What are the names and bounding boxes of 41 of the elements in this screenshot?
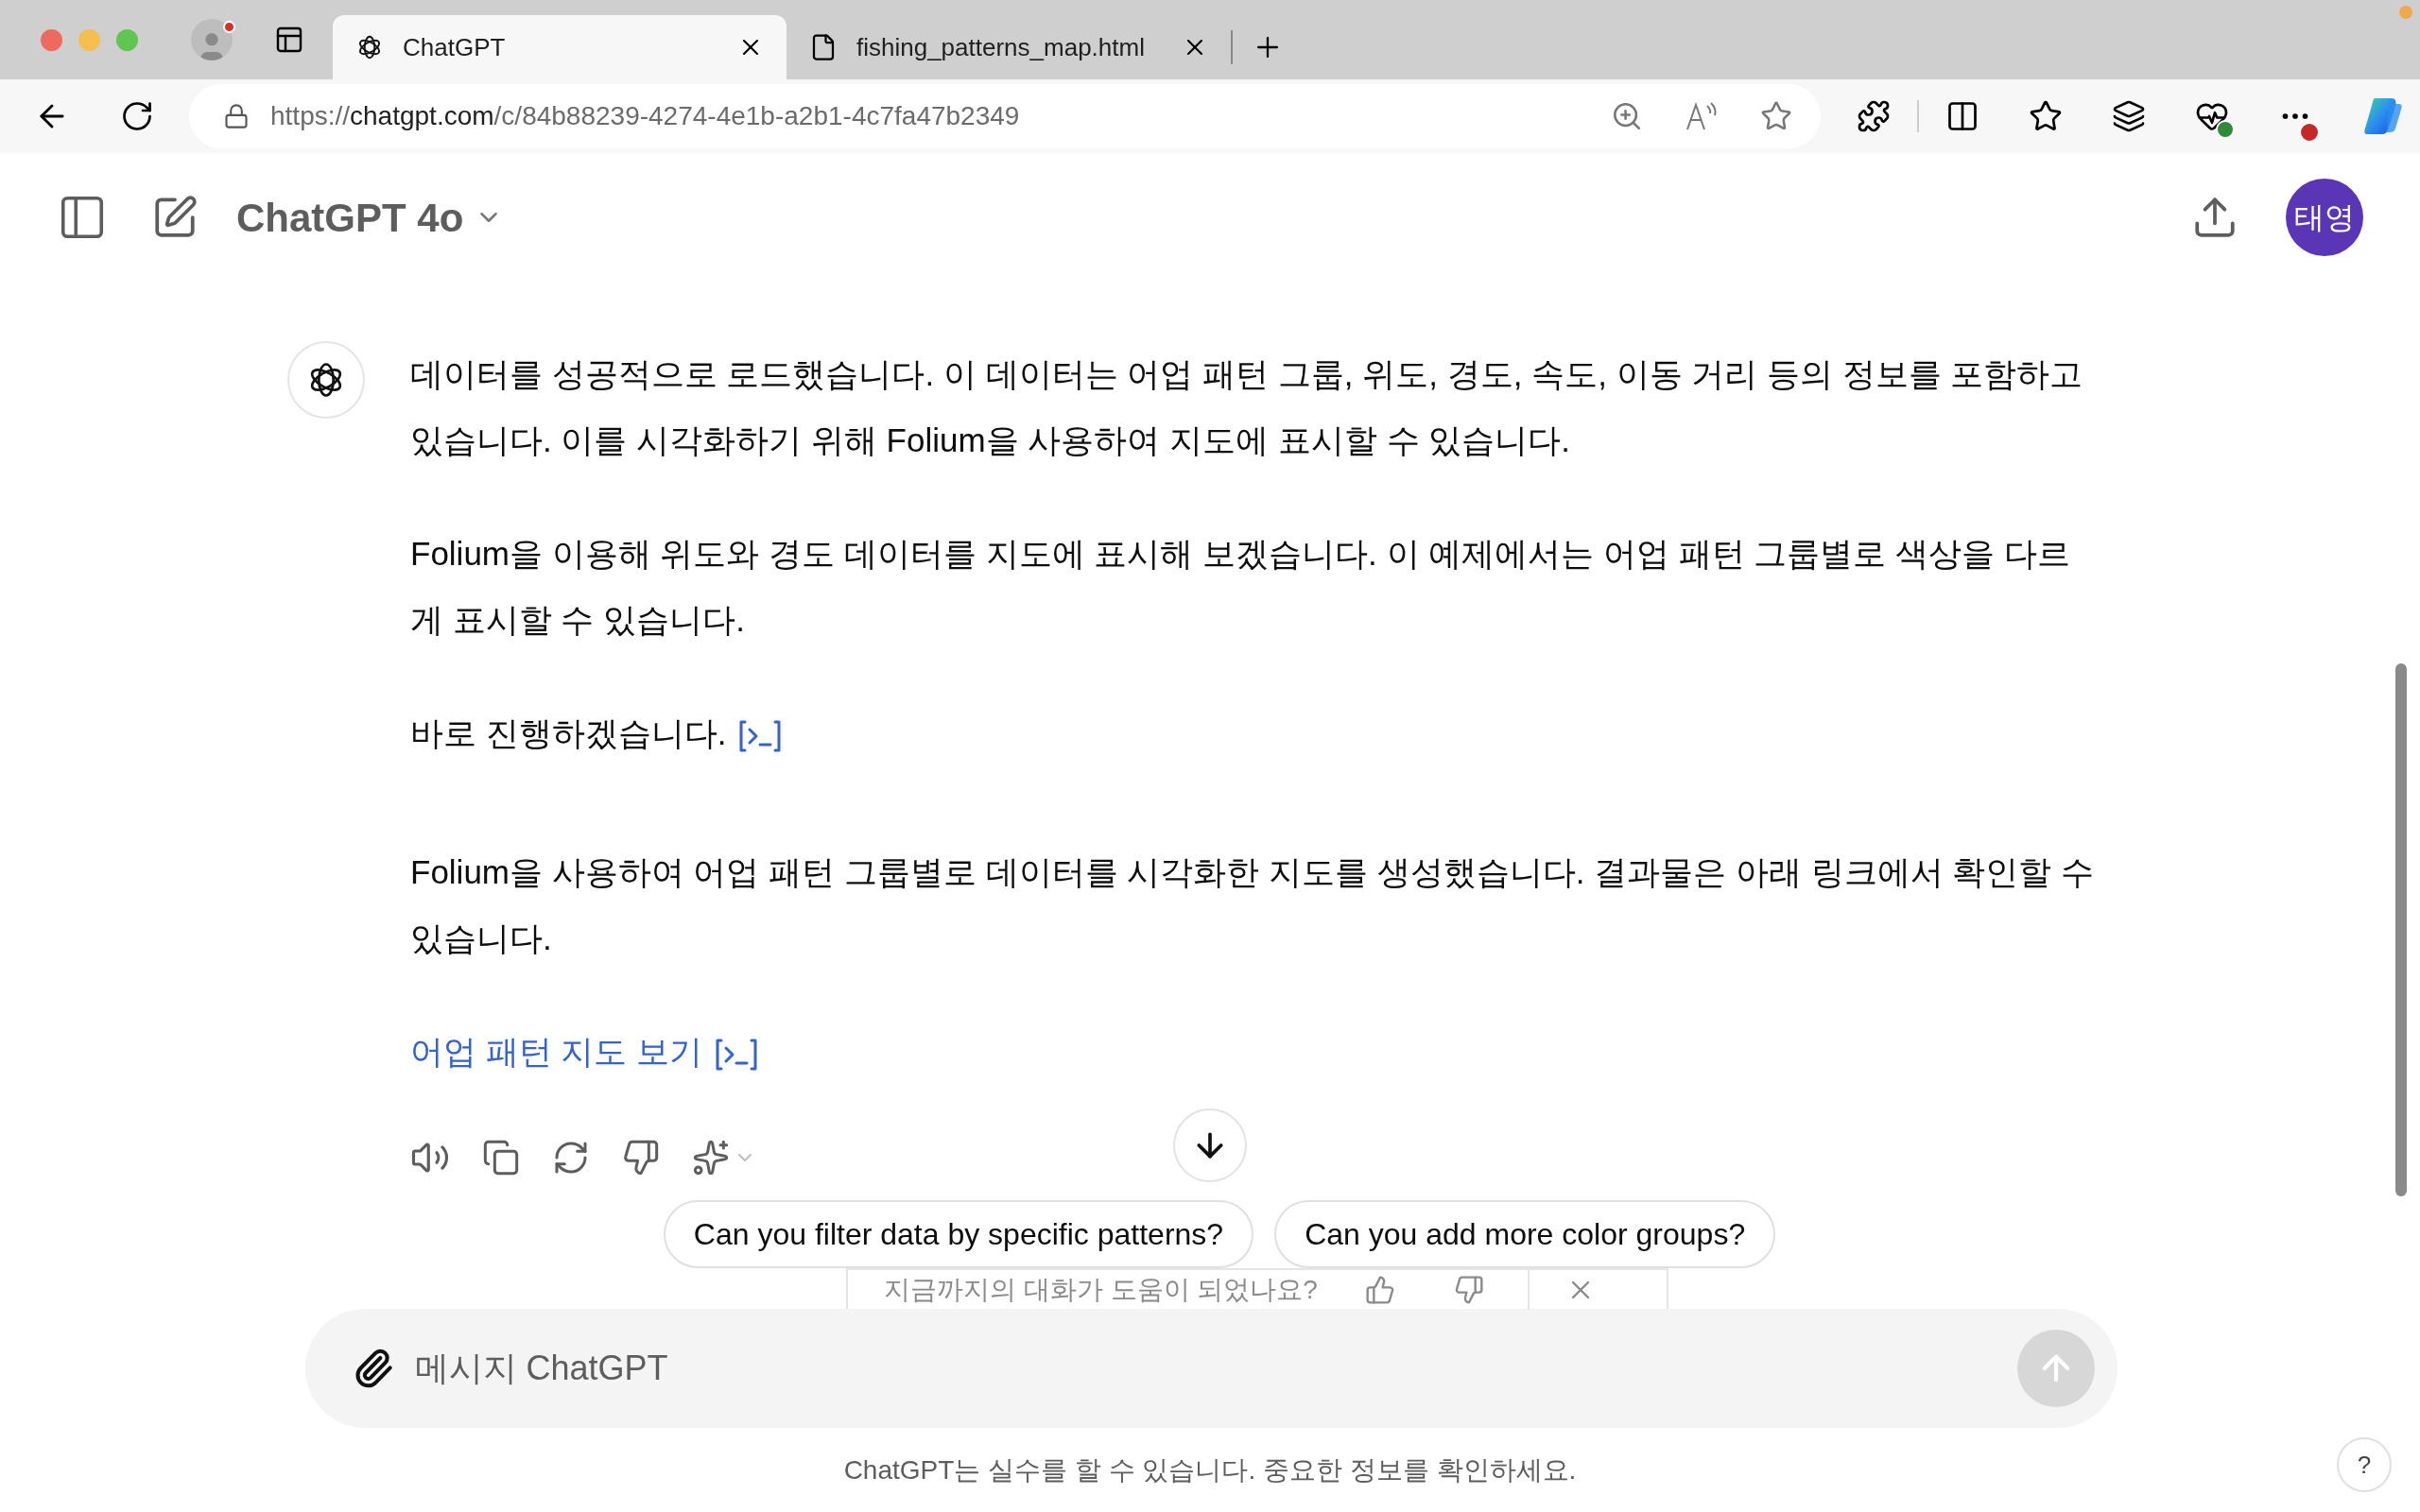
model-selector[interactable]: ChatGPT 4o [236,187,504,248]
reload-icon[interactable] [120,99,154,133]
address-bar[interactable]: https://chatgpt.com/c/84b88239-4274-4e1b-a2b1-4c7fa47b2349 [189,84,1821,148]
message-input[interactable]: 메시지 ChatGPT [304,1309,2118,1428]
split-screen-icon[interactable] [1945,99,1979,133]
extensions-icon[interactable] [1857,99,1891,133]
message-paragraph: 데이터를 성공적으로 로드했습니다. 이 데이터는 어업 패턴 그룹, 위도, 경도, 속도, 이동 거리 등의 정보를 포함하고 있습니다. 이를 시각화하기 위해 Folium을 사용하여 지도에 표시할 수 있습니다. [410,355,2083,458]
message-input-field[interactable]: 메시지 ChatGPT [414,1343,2017,1394]
thumbs-down-icon[interactable] [1453,1274,1484,1305]
message-paragraph: 바로 진행하겠습니다. [410,714,727,751]
favorites-icon[interactable] [2029,99,2063,133]
help-button[interactable]: ? [2337,1437,2392,1492]
sparkle-icon[interactable] [692,1139,730,1177]
browser-tab[interactable]: ChatGPT [333,15,786,79]
suggestion-chip[interactable]: Can you add more color groups? [1274,1200,1776,1268]
thumbs-up-icon[interactable] [1364,1274,1395,1305]
url-text: https://chatgpt.com/c/84b88239-4274-4e1b-a2b1-4c7fa47b2349 [270,100,1021,132]
update-badge [2299,122,2320,143]
favorite-star-icon[interactable] [1760,100,1792,132]
lock-icon [223,103,250,129]
message-paragraph: Folium을 사용하여 어업 패턴 그룹별로 데이터를 시각화한 지도를 생성했습니다. 결과물은 아래 링크에서 확인할 수 있습니다. [410,853,2095,956]
collections-icon[interactable] [2112,99,2146,133]
feedback-question: 지금까지의 대화가 도움이 되었나요? [884,1273,1318,1306]
message-paragraph: Folium을 이용해 위도와 경도 데이터를 지도에 표시해 보겠습니다. 이 예제에서는 어업 패턴 그룹별로 색상을 다르게 표시할 수 있습니다. [410,535,2070,638]
thumbs-down-icon[interactable] [622,1139,660,1177]
read-aloud-icon[interactable] [1685,100,1719,132]
tab-panel-icon[interactable] [274,25,304,55]
profile-icon[interactable] [191,19,233,60]
user-avatar[interactable]: 태영 [2286,179,2363,256]
map-link[interactable]: 어업 패턴 지도 보기 [410,1033,703,1070]
tab-title: fishing_patterns_map.html [856,31,1146,63]
disclaimer: ChatGPT는 실수를 할 수 있습니다. 중요한 정보를 확인하세요. [843,1453,1577,1486]
code-icon[interactable] [714,1037,760,1072]
tab-title: ChatGPT [403,31,507,63]
copy-icon[interactable] [482,1139,520,1177]
check-badge [2216,120,2235,139]
code-icon[interactable] [737,718,784,753]
zoom-icon[interactable] [1611,100,1643,132]
browser-tab[interactable]: fishing_patterns_map.html [786,15,1231,79]
suggestion-chip[interactable]: Can you filter data by specific patterns? [663,1200,1254,1268]
scrollbar-thumb[interactable] [2395,663,2407,1196]
